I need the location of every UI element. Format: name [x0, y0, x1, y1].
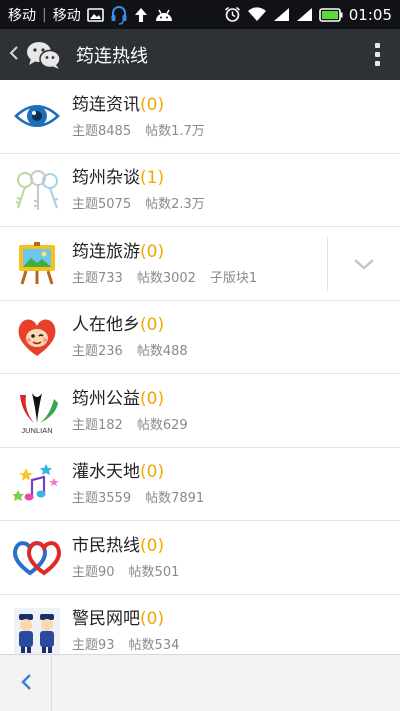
hearts-icon: [11, 531, 63, 583]
status-bar: 移动 | 移动 01:05: [0, 0, 400, 29]
forum-item[interactable]: 警民网吧(0) 主题93 帖数534: [0, 594, 400, 654]
forum-posts: 帖数629: [136, 417, 188, 433]
wechat-logo-icon[interactable]: [24, 37, 64, 73]
forum-topics: 主题3559: [72, 491, 132, 507]
forum-count: (0): [140, 609, 165, 630]
forum-posts: 帖数1.7万: [145, 123, 205, 139]
forum-topics: 主题182: [72, 417, 123, 433]
forum-item[interactable]: 筠连旅游(0) 主题733 帖数3002 子版块1: [0, 227, 400, 301]
clock: 01:05: [348, 5, 392, 24]
forum-count: (0): [140, 315, 165, 336]
forum-posts: 帖数2.3万: [145, 197, 205, 213]
alarm-icon: [224, 6, 241, 23]
page-title: 筠连热线: [76, 45, 148, 67]
eye-icon: [11, 90, 63, 142]
expand-button[interactable]: [327, 237, 400, 291]
signal-icon: [296, 7, 313, 22]
forum-posts: 帖数501: [128, 564, 180, 580]
music-stars-icon: [11, 458, 63, 510]
forum-posts: 帖数3002: [136, 270, 196, 286]
forum-count: (0): [140, 241, 165, 262]
forum-name: 筠连旅游: [72, 241, 140, 262]
wifi-icon: [247, 7, 267, 22]
upload-arrow-icon: [134, 7, 148, 23]
signal-icon: [273, 7, 290, 22]
headset-icon: [110, 5, 128, 25]
forum-item[interactable]: 灌水天地(0) 主题3559 帖数7891: [0, 447, 400, 521]
logo-text: JUNLIAN: [21, 426, 52, 435]
forum-posts: 帖数488: [136, 344, 188, 360]
forum-list: 筠连资讯(0) 主题8485 帖数1.7万 筠州杂谈(1) 主题5075 帖数2.3…: [0, 80, 400, 654]
action-bar: 筠连热线: [0, 29, 400, 80]
chevron-left-icon: [20, 673, 32, 695]
android-icon: [154, 8, 174, 22]
back-arrow-icon[interactable]: [0, 44, 22, 65]
forum-item[interactable]: 筠州杂谈(1) 主题5075 帖数2.3万: [0, 153, 400, 227]
forum-posts: 帖数7891: [145, 491, 205, 507]
gallery-icon: [86, 7, 104, 22]
forum-topics: 主题733: [72, 270, 123, 286]
forum-item[interactable]: 人在他乡(0) 主题236 帖数488: [0, 300, 400, 374]
forum-subforums: 子版块1: [209, 270, 258, 286]
battery-icon: [318, 7, 343, 22]
forum-name: 人在他乡: [72, 315, 140, 336]
forum-name: 市民热线: [72, 535, 140, 556]
keys-icon: [11, 164, 63, 216]
forum-item[interactable]: 市民热线(0) 主题90 帖数501: [0, 521, 400, 595]
carrier-label-2: 移动: [52, 7, 81, 24]
heart-face-icon: [11, 311, 63, 363]
easel-icon: [11, 237, 63, 289]
forum-topics: 主题90: [72, 564, 115, 580]
forum-item[interactable]: JUNLIAN 筠州公益(0) 主题182 帖数629: [0, 374, 400, 448]
forum-topics: 主题236: [72, 344, 123, 360]
forum-count: (0): [140, 94, 165, 115]
forum-posts: 帖数534: [128, 638, 180, 654]
back-button[interactable]: [0, 655, 52, 711]
forum-name: 警民网吧: [72, 609, 140, 630]
forum-name: 筠州杂谈: [72, 168, 140, 189]
forum-item[interactable]: 筠连资讯(0) 主题8485 帖数1.7万: [0, 80, 400, 154]
forum-count: (0): [140, 535, 165, 556]
chevron-down-icon: [353, 255, 375, 274]
forum-topics: 主题93: [72, 638, 115, 654]
junlian-logo-icon: JUNLIAN: [11, 384, 63, 436]
separator: |: [42, 6, 47, 23]
forum-name: 灌水天地: [72, 462, 140, 483]
police-icon: [11, 605, 63, 654]
forum-name: 筠州公益: [72, 388, 140, 409]
forum-topics: 主题5075: [72, 197, 132, 213]
bottom-bar: [0, 654, 400, 711]
forum-topics: 主题8485: [72, 123, 132, 139]
carrier-label-1: 移动: [8, 7, 36, 24]
forum-count: (1): [140, 168, 165, 189]
more-icon[interactable]: [354, 29, 400, 80]
forum-count: (0): [140, 462, 165, 483]
forum-name: 筠连资讯: [72, 94, 140, 115]
forum-count: (0): [140, 388, 165, 409]
